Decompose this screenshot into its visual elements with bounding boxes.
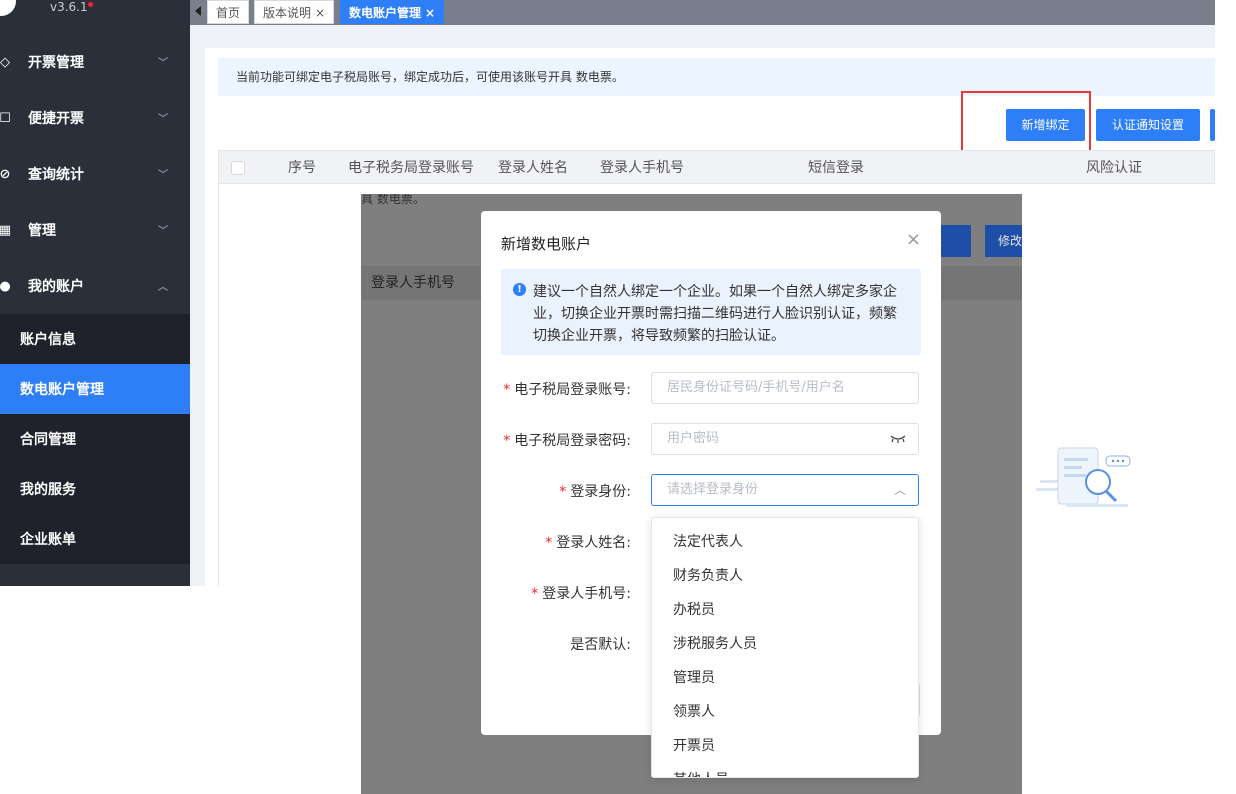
menu-item-manage[interactable]: ▦ 管理 ﹀ xyxy=(0,202,190,258)
chevron-down-icon: ﹀ xyxy=(158,114,168,125)
tab-release-notes[interactable]: 版本说明 × xyxy=(254,0,335,24)
chevron-down-icon: ﹀ xyxy=(158,58,168,69)
login-phone-label: * 登录人手机号: xyxy=(531,586,631,602)
dropdown-option[interactable]: 领票人 xyxy=(673,695,715,729)
tabs-bar: 首页 版本说明 × 数电账户管理 × xyxy=(190,0,1215,25)
col-name: 登录人姓名 xyxy=(498,160,568,176)
modal-title: 新增数电账户 xyxy=(501,235,592,253)
tab-digital-account[interactable]: 数电账户管理 × xyxy=(340,0,445,24)
password-placeholder: 用户密码 xyxy=(667,431,720,446)
menu-item-label: 开票管理 xyxy=(28,55,84,71)
overlay-edit-button: 修改 xyxy=(985,225,1022,257)
tab-label: 首页 xyxy=(216,6,241,20)
identity-dropdown: 法定代表人 财务负责人 办税员 涉税服务人员 管理员 领票人 开票员 其他人员 xyxy=(651,517,919,778)
identity-placeholder: 请选择登录身份 xyxy=(667,482,759,497)
info-icon: ! xyxy=(513,283,526,296)
dropdown-option[interactable]: 法定代表人 xyxy=(673,525,743,559)
app-root: v3.6.1 ◇ 开票管理 ﹀ ☐ 便捷开票 ﹀ ⊘ 查询统计 ﹀ ▦ 管理 ﹀ xyxy=(0,0,1236,794)
table-left-border xyxy=(218,184,219,586)
app-version: v3.6.1 xyxy=(50,0,88,14)
menu-item-invoice[interactable]: ◇ 开票管理 ﹀ xyxy=(0,34,190,90)
sidebar-item-digital-account[interactable]: 数电账户管理 xyxy=(0,364,190,414)
dropdown-option[interactable]: 开票员 xyxy=(673,729,715,763)
menu-item-label: 便捷开票 xyxy=(28,111,84,127)
sidebar-item-services[interactable]: 我的服务 xyxy=(0,464,190,514)
account-input[interactable]: 居民身份证号码/手机号/用户名 xyxy=(651,372,919,404)
identity-select[interactable]: 请选择登录身份 ︿ xyxy=(651,474,919,506)
sidebar-menu: ◇ 开票管理 ﹀ ☐ 便捷开票 ﹀ ⊘ 查询统计 ﹀ ▦ 管理 ﹀ ● 我的账户 xyxy=(0,34,190,564)
close-icon[interactable]: × xyxy=(315,6,325,20)
sidebar-item-bills[interactable]: 企业账单 xyxy=(0,514,190,564)
chevron-up-icon: ︿ xyxy=(893,483,906,497)
tab-label: 数电账户管理 xyxy=(349,6,422,20)
update-dot xyxy=(88,2,93,7)
app-logo xyxy=(0,0,16,16)
menu-item-label: 我的账户 xyxy=(28,279,84,295)
select-all-checkbox[interactable] xyxy=(231,161,245,175)
dropdown-option[interactable]: 办税员 xyxy=(673,593,715,627)
col-phone: 登录人手机号 xyxy=(600,160,684,176)
chevron-down-icon: ﹀ xyxy=(158,226,168,237)
col-risk-auth: 风险认证 xyxy=(1086,160,1142,176)
sidebar: v3.6.1 ◇ 开票管理 ﹀ ☐ 便捷开票 ﹀ ⊘ 查询统计 ﹀ ▦ 管理 ﹀ xyxy=(0,0,190,586)
close-icon[interactable]: × xyxy=(906,229,921,250)
tab-label: 版本说明 xyxy=(263,6,312,20)
menu-item-my-account[interactable]: ● 我的账户 ︿ xyxy=(0,258,190,314)
chevron-down-icon: ﹀ xyxy=(158,170,168,181)
diamond-icon: ◇ xyxy=(0,54,10,70)
menu-item-query[interactable]: ⊘ 查询统计 ﹀ xyxy=(0,146,190,202)
search-icon: ⊘ xyxy=(0,166,11,182)
modal-tip: ! 建议一个自然人绑定一个企业。如果一个自然人绑定多家企业，切换企业开票时需扫描… xyxy=(501,269,921,355)
login-name-label: * 登录人姓名: xyxy=(545,535,631,551)
user-icon: ● xyxy=(0,278,11,294)
password-label: * 电子税局登录密码: xyxy=(503,433,631,449)
menu-item-quick-invoice[interactable]: ☐ 便捷开票 ﹀ xyxy=(0,90,190,146)
tabs-scroll-left-icon[interactable] xyxy=(195,6,201,16)
overlay-col-phone: 登录人手机号 xyxy=(371,275,455,291)
note-icon: ☐ xyxy=(0,110,11,126)
tab-home[interactable]: 首页 xyxy=(207,0,250,24)
eye-closed-icon[interactable] xyxy=(890,424,906,454)
dropdown-option[interactable]: 管理员 xyxy=(673,661,715,695)
empty-data-icon xyxy=(1036,447,1131,507)
modal-tip-text: 建议一个自然人绑定一个企业。如果一个自然人绑定多家企业，切换企业开票时需扫描二维… xyxy=(533,284,897,344)
sidebar-item-contracts[interactable]: 合同管理 xyxy=(0,414,190,464)
chevron-up-icon: ︿ xyxy=(158,282,168,293)
overlay-fragment-text: 具 数电票。 xyxy=(361,194,425,206)
grid-icon: ▦ xyxy=(0,222,12,238)
sidebar-item-account-info[interactable]: 账户信息 xyxy=(0,314,190,364)
table-header: 序号 电子税务局登录账号 登录人姓名 登录人手机号 短信登录 风险认证 xyxy=(218,150,1215,184)
col-account: 电子税务局登录账号 xyxy=(348,160,474,176)
menu-item-label: 管理 xyxy=(28,223,56,239)
password-input[interactable]: 用户密码 xyxy=(651,423,919,455)
default-label: 是否默认: xyxy=(570,637,631,653)
account-label: * 电子税局登录账号: xyxy=(503,382,631,398)
menu-item-label: 查询统计 xyxy=(28,167,84,183)
dropdown-option[interactable]: 涉税服务人员 xyxy=(673,627,757,661)
highlight-box xyxy=(961,91,1091,155)
account-placeholder: 居民身份证号码/手机号/用户名 xyxy=(667,380,845,395)
col-index: 序号 xyxy=(288,160,316,176)
more-button-clipped[interactable] xyxy=(1210,109,1215,141)
close-icon[interactable]: × xyxy=(425,6,435,20)
dropdown-option[interactable]: 其他人员 xyxy=(673,763,729,777)
dropdown-option[interactable]: 财务负责人 xyxy=(673,559,743,593)
col-sms-login: 短信登录 xyxy=(808,160,864,176)
auth-notice-settings-button[interactable]: 认证通知设置 xyxy=(1096,109,1200,141)
account-submenu: 账户信息 数电账户管理 合同管理 我的服务 企业账单 xyxy=(0,314,190,564)
identity-label: * 登录身份: xyxy=(559,484,631,500)
